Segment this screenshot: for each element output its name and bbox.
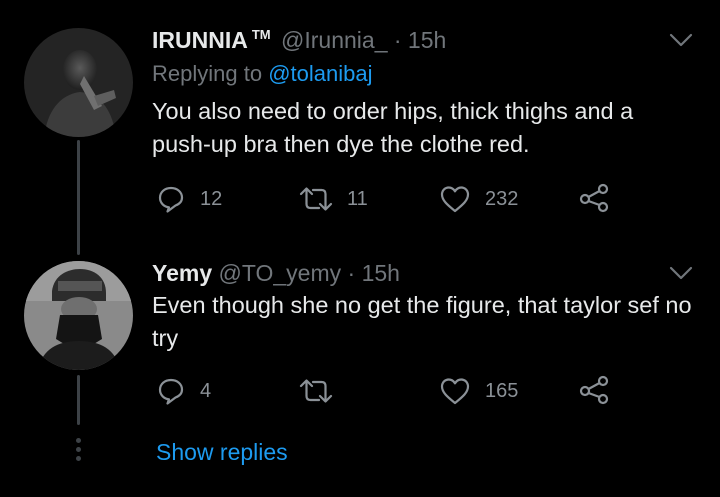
like-count: 165 xyxy=(485,379,519,402)
avatar[interactable] xyxy=(24,28,133,137)
replying-to-label: Replying to xyxy=(152,61,263,86)
replying-to-handle[interactable]: @tolanibaj xyxy=(268,61,372,86)
chevron-down-icon[interactable] xyxy=(668,31,694,49)
tweet-text: Even though she no get the figure, that … xyxy=(152,292,692,351)
heart-icon xyxy=(440,378,470,405)
more-replies-dots xyxy=(75,438,82,462)
user-handle[interactable]: @Irunnia_ xyxy=(281,27,387,53)
user-handle[interactable]: @TO_yemy xyxy=(219,260,342,286)
tweet-header: Yemy @TO_yemy · 15h xyxy=(152,260,400,287)
retweet-button[interactable]: 11 xyxy=(299,184,368,214)
reply-count: 4 xyxy=(200,379,212,402)
heart-icon xyxy=(440,186,470,213)
share-icon xyxy=(579,375,609,405)
reply-button[interactable]: 4 xyxy=(156,376,211,406)
like-count: 232 xyxy=(485,187,519,210)
reply-button[interactable]: 12 xyxy=(156,184,222,214)
retweet-count: 11 xyxy=(347,187,368,210)
like-button[interactable]: 232 xyxy=(439,184,518,214)
chevron-down-icon[interactable] xyxy=(668,264,694,282)
trademark-badge: TM xyxy=(251,27,271,43)
share-button[interactable] xyxy=(579,183,611,213)
reply-icon xyxy=(158,186,184,213)
tweet-text: You also need to order hips, thick thigh… xyxy=(152,98,634,157)
reply-count: 12 xyxy=(200,187,223,210)
share-icon xyxy=(579,183,609,213)
share-button[interactable] xyxy=(579,375,611,405)
display-name[interactable]: Yemy xyxy=(152,260,212,286)
timestamp[interactable]: · 15h xyxy=(348,260,400,286)
thread-line xyxy=(77,375,80,425)
retweet-icon xyxy=(299,379,333,403)
tweet-header: IRUNNIA TM @Irunnia_ · 15h xyxy=(152,27,446,54)
avatar[interactable] xyxy=(24,261,133,370)
like-button[interactable]: 165 xyxy=(439,376,518,406)
thread-line xyxy=(77,140,80,255)
timestamp[interactable]: · 15h xyxy=(394,27,446,53)
retweet-icon xyxy=(299,187,333,211)
display-name[interactable]: IRUNNIA xyxy=(152,27,248,53)
retweet-button[interactable] xyxy=(299,376,347,406)
replying-to: Replying to @tolanibaj xyxy=(152,61,373,87)
reply-icon xyxy=(158,378,184,405)
show-replies-link[interactable]: Show replies xyxy=(156,439,288,466)
